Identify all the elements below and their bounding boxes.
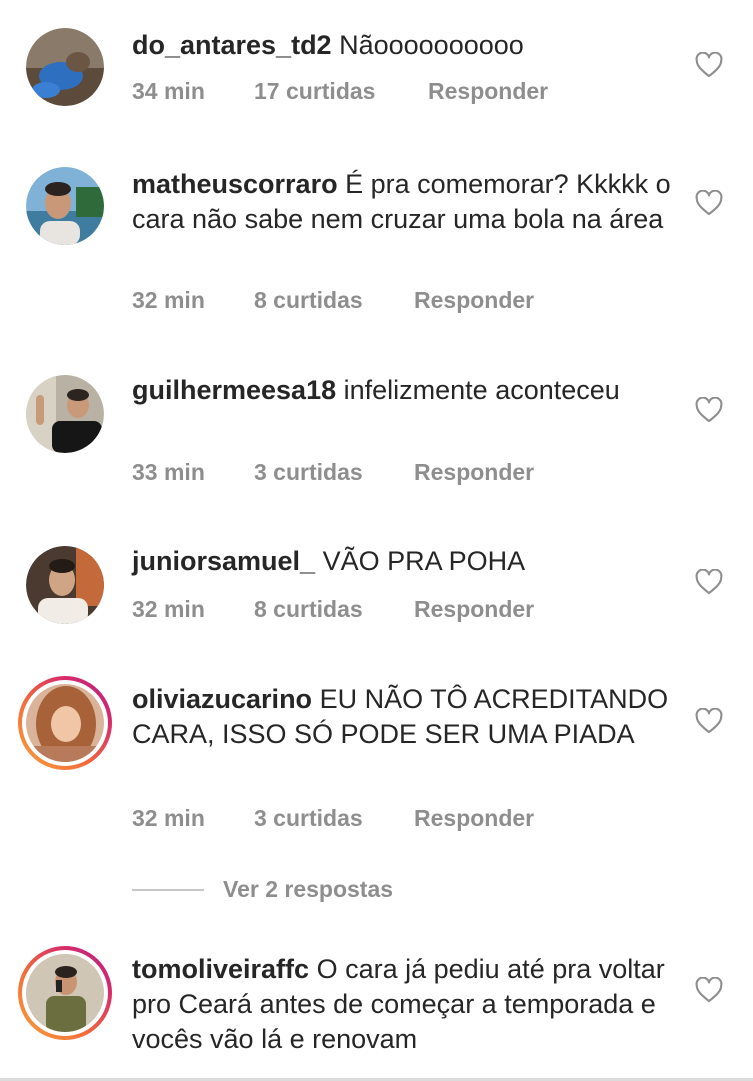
heart-icon[interactable] <box>695 397 723 423</box>
comment-time: 32 min <box>132 805 205 831</box>
comment-username[interactable]: do_antares_td2 <box>132 30 332 60</box>
comment-body: matheuscorraro É pra comemorar? Kkkkk o … <box>132 167 672 237</box>
avatar[interactable] <box>26 375 104 453</box>
comment-username[interactable]: matheuscorraro <box>132 169 338 199</box>
heart-icon[interactable] <box>695 52 723 78</box>
comment-likes[interactable]: 17 curtidas <box>254 78 375 105</box>
avatar-image <box>26 167 104 245</box>
comment-time: 34 min <box>132 78 205 104</box>
comment-text: Nãoooooooooo <box>339 30 524 60</box>
avatar-image <box>26 684 104 762</box>
view-replies-label[interactable]: Ver 2 respostas <box>223 876 393 903</box>
comments-screen: do_antares_td2 Nãoooooooooo 34 min 17 cu… <box>0 0 753 1081</box>
avatar-story-ring[interactable] <box>18 946 112 1040</box>
comment-body: tomoliveiraffc O cara já pediu até pra v… <box>132 952 672 1057</box>
comment-body: oliviazucarino EU NÃO TÔ ACREDITANDO CAR… <box>132 682 672 752</box>
avatar[interactable] <box>26 546 104 624</box>
comment-likes[interactable]: 8 curtidas <box>254 287 363 314</box>
comment-time: 32 min <box>132 287 205 313</box>
comment-username[interactable]: guilhermeesa18 <box>132 375 336 405</box>
heart-icon[interactable] <box>695 569 723 595</box>
comment-body: juniorsamuel_ VÃO PRA POHA <box>132 544 672 579</box>
comment-text: VÃO PRA POHA <box>322 546 526 576</box>
avatar-image <box>26 28 104 106</box>
comment-text: infelizmente aconteceu <box>343 375 620 405</box>
reply-button[interactable]: Responder <box>414 805 534 832</box>
comment-username[interactable]: juniorsamuel_ <box>132 546 315 576</box>
heart-icon[interactable] <box>695 708 723 734</box>
avatar-image <box>26 546 104 624</box>
reply-button[interactable]: Responder <box>428 78 548 105</box>
view-replies-button[interactable]: Ver 2 respostas <box>132 874 532 906</box>
comment-time: 32 min <box>132 596 205 622</box>
avatar-image <box>26 954 104 1032</box>
comment-likes[interactable]: 8 curtidas <box>254 596 363 623</box>
comment-likes[interactable]: 3 curtidas <box>254 805 363 832</box>
comment-username[interactable]: oliviazucarino <box>132 684 312 714</box>
reply-button[interactable]: Responder <box>414 459 534 486</box>
comment-time: 33 min <box>132 459 205 485</box>
avatar-image <box>26 375 104 453</box>
reply-button[interactable]: Responder <box>414 287 534 314</box>
reply-button[interactable]: Responder <box>414 596 534 623</box>
avatar[interactable] <box>26 28 104 106</box>
comment-likes[interactable]: 3 curtidas <box>254 459 363 486</box>
comment-username[interactable]: tomoliveiraffc <box>132 954 309 984</box>
comment-body: do_antares_td2 Nãoooooooooo <box>132 28 672 63</box>
heart-icon[interactable] <box>695 977 723 1003</box>
avatar[interactable] <box>26 167 104 245</box>
heart-icon[interactable] <box>695 190 723 216</box>
replies-divider-line <box>132 889 204 891</box>
comment-body: guilhermeesa18 infelizmente aconteceu <box>132 373 672 408</box>
avatar-story-ring[interactable] <box>18 676 112 770</box>
